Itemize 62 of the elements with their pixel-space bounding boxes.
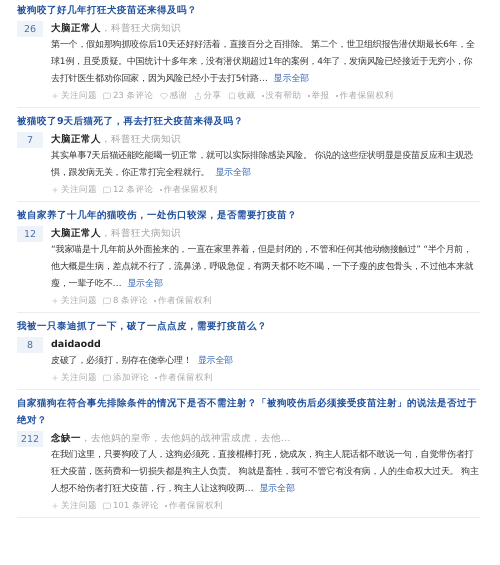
- vote-count[interactable]: 8: [17, 337, 43, 353]
- action-link[interactable]: 23 条评论: [113, 88, 154, 104]
- author-name: 大脑正常人: [51, 22, 101, 36]
- action-link[interactable]: 作者保留权利: [158, 293, 212, 309]
- show-all-link[interactable]: 显示全部: [127, 279, 163, 289]
- action-link[interactable]: 作者保留权利: [340, 88, 394, 104]
- answer-excerpt: 其实单事7天后猫还能吃能喝一切正常，就可以实际排除感染风险。 你说的这些症状明显是疫苗反应和主观恐惧，跟发病无关，你正常打完全程就行。 显示全部: [51, 150, 474, 180]
- action-link[interactable]: 关注问题: [61, 498, 97, 514]
- show-all-link[interactable]: 显示全部: [215, 168, 251, 178]
- plus-icon: [51, 297, 59, 305]
- vote-count[interactable]: 26: [17, 21, 43, 37]
- question-link[interactable]: 自家猫狗在符合事先排除条件的情况下是否不需注射？「被狗咬伤后必须接受疫苗注射」的说法是否过于绝对？: [17, 395, 480, 429]
- show-all-link[interactable]: 显示全部: [198, 356, 234, 366]
- comment-icon: [103, 297, 111, 305]
- author-bio: ，科普狂犬病知识: [101, 227, 181, 241]
- share-icon: [194, 92, 202, 100]
- action-link[interactable]: 作者保留权利: [159, 370, 213, 386]
- action-link[interactable]: 收藏: [238, 88, 256, 104]
- question-link[interactable]: 被狗咬了好几年打狂犬疫苗还来得及吗？: [17, 2, 480, 19]
- action-link[interactable]: 添加评论: [113, 370, 149, 386]
- action-link[interactable]: 关注问题: [61, 88, 97, 104]
- action-link[interactable]: 作者保留权利: [164, 182, 218, 198]
- action-link[interactable]: 举报: [312, 88, 330, 104]
- show-all-link[interactable]: 显示全部: [274, 74, 309, 84]
- answer-excerpt: “我家喵是十几年前从外面捡来的，一直在家里养着，但是封闭的，不管和任何其他动物接触过” “半个月前，他大概是生病，差点就不行了，流鼻涕，呼吸急促，有两天都不吃不喝，一下子瘦的皮包骨头，不过他本来就瘦，一辈子吃不… 显示全部: [51, 244, 474, 291]
- vote-count[interactable]: 7: [17, 132, 43, 148]
- action-link[interactable]: 8 条评论: [113, 293, 148, 309]
- action-link[interactable]: 101 条评论: [113, 498, 159, 514]
- author-bio: ，去他妈的皇帝，去他妈的战神雷成虎，去他…: [81, 432, 290, 446]
- author-bio: ，科普狂犬病知识: [101, 22, 181, 36]
- comment-icon: [103, 374, 111, 382]
- vote-count[interactable]: 212: [17, 431, 43, 447]
- comment-icon: [103, 186, 111, 194]
- action-link[interactable]: 没有帮助: [266, 88, 302, 104]
- answer-excerpt: 第一个，假如那狗抓咬你后10天还好好活着，直接百分之百排除。 第二个，世卫组织报告潜伏期最长6年，全球1例，且受质疑。中国统计十多年来，没有潜伏期超过1年的案例，4年了，发病风险已经接近于无穷小，你去打针医生都劝你回家，因为风险已经小于去打5针路… 显示全部: [51, 38, 476, 86]
- action-link[interactable]: 作者保留权利: [168, 498, 223, 514]
- action-link[interactable]: 感谢: [170, 88, 188, 104]
- author-name: daidaodd: [51, 338, 101, 352]
- plus-icon: [51, 92, 59, 100]
- action-link[interactable]: 分享: [204, 88, 222, 104]
- heart-icon: [160, 92, 168, 100]
- author-name: 大脑正常人: [51, 226, 101, 241]
- author-name: 大脑正常人: [51, 132, 101, 147]
- question-link[interactable]: 被猫咬了9天后猫死了，再去打狂犬疫苗来得及吗？: [17, 113, 480, 130]
- plus-icon: [51, 186, 59, 194]
- bookmark-icon: [228, 92, 236, 100]
- comment-icon: [103, 92, 111, 100]
- action-link[interactable]: 关注问题: [61, 293, 97, 309]
- author-name: 念缺一: [51, 432, 81, 446]
- comment-icon: [103, 502, 111, 510]
- vote-count[interactable]: 12: [17, 226, 43, 242]
- plus-icon: [51, 374, 59, 382]
- action-link[interactable]: 关注问题: [61, 182, 97, 198]
- question-link[interactable]: 我被一只泰迪抓了一下，破了一点点皮，需要打疫苗么？: [17, 318, 480, 335]
- action-link[interactable]: 关注问题: [61, 370, 97, 386]
- show-all-link[interactable]: 显示全部: [259, 484, 295, 494]
- question-link[interactable]: 被自家养了十几年的猫咬伤，一处伤口较深，是否需要打疫苗？: [17, 207, 480, 224]
- plus-icon: [51, 502, 59, 510]
- answer-excerpt: 在我们这里，只要狗咬了人，这狗必须死，直接棍棒打死，烧成灰，狗主人屁话都不敢说一句，自觉带伤者打狂犬疫苗，医药费和一切损失都是狗主人负责。 狗就是畜牲，我可不管它有没有病，人的生命权大过天。 狗主人想不给伤者打狂犬疫苗，行，狗主人让这狗咬两… 显示全部: [51, 448, 480, 496]
- action-link[interactable]: 12 条评论: [113, 182, 154, 198]
- author-bio: ，科普狂犬病知识: [101, 133, 181, 147]
- answer-excerpt: 皮破了，必须打，别存在侥幸心理！ 显示全部: [51, 354, 234, 368]
